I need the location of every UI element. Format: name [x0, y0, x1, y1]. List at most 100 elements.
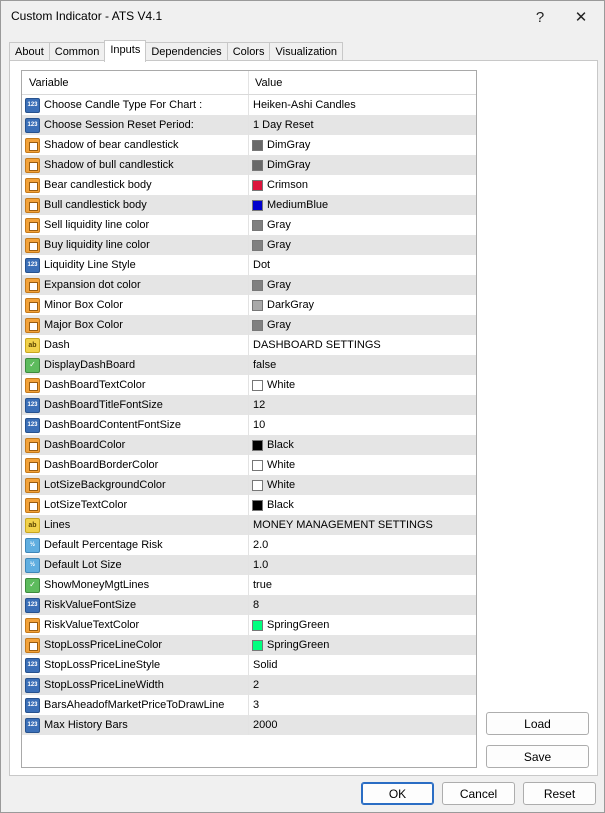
table-row[interactable]: RiskValueTextColor SpringGreen — [22, 615, 476, 635]
value-cell[interactable]: Gray — [249, 235, 291, 255]
value-cell[interactable]: 1 Day Reset — [249, 115, 314, 135]
table-row[interactable]: Bear candlestick body Crimson — [22, 175, 476, 195]
value-cell[interactable]: 8 — [249, 595, 259, 615]
variable-cell[interactable]: Expansion dot color — [22, 275, 249, 295]
tab-visualization[interactable]: Visualization — [269, 42, 344, 62]
table-row[interactable]: StopLossPriceLineColor SpringGreen — [22, 635, 476, 655]
table-row[interactable]: ½ Default Lot Size 1.0 — [22, 555, 476, 575]
header-value[interactable]: Value — [249, 71, 282, 94]
variable-cell[interactable]: Major Box Color — [22, 315, 249, 335]
variable-cell[interactable]: 123 Liquidity Line Style — [22, 255, 249, 275]
value-cell[interactable]: Black — [249, 495, 294, 515]
value-cell[interactable]: false — [249, 355, 276, 375]
table-row[interactable]: ✓ DisplayDashBoard false — [22, 355, 476, 375]
table-row[interactable]: ab Lines MONEY MANAGEMENT SETTINGS — [22, 515, 476, 535]
value-cell[interactable]: Gray — [249, 275, 291, 295]
value-cell[interactable]: DarkGray — [249, 295, 314, 315]
variable-cell[interactable]: Buy liquidity line color — [22, 235, 249, 255]
value-cell[interactable]: DASHBOARD SETTINGS — [249, 335, 381, 355]
table-row[interactable]: Shadow of bull candlestick DimGray — [22, 155, 476, 175]
tab-common[interactable]: Common — [48, 42, 106, 62]
variable-cell[interactable]: 123 StopLossPriceLineWidth — [22, 675, 249, 695]
value-cell[interactable]: Dot — [249, 255, 270, 275]
variable-cell[interactable]: LotSizeBackgroundColor — [22, 475, 249, 495]
variable-cell[interactable]: 123 DashBoardTitleFontSize — [22, 395, 249, 415]
value-cell[interactable]: MediumBlue — [249, 195, 328, 215]
variable-cell[interactable]: Bull candlestick body — [22, 195, 249, 215]
variable-cell[interactable]: DashBoardTextColor — [22, 375, 249, 395]
variable-cell[interactable]: RiskValueTextColor — [22, 615, 249, 635]
value-cell[interactable]: 2.0 — [249, 535, 268, 555]
header-variable[interactable]: Variable — [22, 71, 249, 94]
table-row[interactable]: 123 Choose Candle Type For Chart : Heiken-… — [22, 95, 476, 115]
value-cell[interactable]: SpringGreen — [249, 635, 329, 655]
variable-cell[interactable]: StopLossPriceLineColor — [22, 635, 249, 655]
table-row[interactable]: DashBoardColor Black — [22, 435, 476, 455]
value-cell[interactable]: Heiken-Ashi Candles — [249, 95, 356, 115]
variable-cell[interactable]: Sell liquidity line color — [22, 215, 249, 235]
value-cell[interactable]: 1.0 — [249, 555, 268, 575]
variable-cell[interactable]: 123 Choose Candle Type For Chart : — [22, 95, 249, 115]
tab-dependencies[interactable]: Dependencies — [145, 42, 228, 62]
value-cell[interactable]: 3 — [249, 695, 259, 715]
table-row[interactable]: ✓ ShowMoneyMgtLines true — [22, 575, 476, 595]
variable-cell[interactable]: Bear candlestick body — [22, 175, 249, 195]
table-row[interactable]: ab Dash DASHBOARD SETTINGS — [22, 335, 476, 355]
table-row[interactable]: Shadow of bear candlestick DimGray — [22, 135, 476, 155]
table-row[interactable]: Bull candlestick body MediumBlue — [22, 195, 476, 215]
variable-cell[interactable]: DashBoardBorderColor — [22, 455, 249, 475]
value-cell[interactable]: MONEY MANAGEMENT SETTINGS — [249, 515, 433, 535]
table-row[interactable]: Expansion dot color Gray — [22, 275, 476, 295]
variable-cell[interactable]: 123 BarsAheadofMarketPriceToDrawLine — [22, 695, 249, 715]
table-row[interactable]: LotSizeBackgroundColor White — [22, 475, 476, 495]
reset-button[interactable]: Reset — [523, 782, 596, 805]
variable-cell[interactable]: ab Dash — [22, 335, 249, 355]
help-button[interactable]: ? — [527, 5, 553, 29]
variable-cell[interactable]: 123 DashBoardContentFontSize — [22, 415, 249, 435]
variable-cell[interactable]: 123 StopLossPriceLineStyle — [22, 655, 249, 675]
table-row[interactable]: 123 BarsAheadofMarketPriceToDrawLine 3 — [22, 695, 476, 715]
save-button[interactable]: Save — [486, 745, 589, 768]
cancel-button[interactable]: Cancel — [442, 782, 515, 805]
table-row[interactable]: LotSizeTextColor Black — [22, 495, 476, 515]
variable-cell[interactable]: 123 Choose Session Reset Period: — [22, 115, 249, 135]
variable-cell[interactable]: Minor Box Color — [22, 295, 249, 315]
variable-cell[interactable]: ✓ ShowMoneyMgtLines — [22, 575, 249, 595]
table-row[interactable]: ½ Default Percentage Risk 2.0 — [22, 535, 476, 555]
value-cell[interactable]: Gray — [249, 315, 291, 335]
table-row[interactable]: 123 Max History Bars 2000 — [22, 715, 476, 735]
variable-cell[interactable]: ½ Default Lot Size — [22, 555, 249, 575]
variable-cell[interactable]: 123 RiskValueFontSize — [22, 595, 249, 615]
table-row[interactable]: Buy liquidity line color Gray — [22, 235, 476, 255]
tab-inputs[interactable]: Inputs — [104, 40, 147, 62]
variable-cell[interactable]: Shadow of bear candlestick — [22, 135, 249, 155]
value-cell[interactable]: 10 — [249, 415, 265, 435]
value-cell[interactable]: DimGray — [249, 155, 310, 175]
table-row[interactable]: 123 StopLossPriceLineStyle Solid — [22, 655, 476, 675]
ok-button[interactable]: OK — [361, 782, 434, 805]
value-cell[interactable]: Crimson — [249, 175, 308, 195]
value-cell[interactable]: DimGray — [249, 135, 310, 155]
table-row[interactable]: DashBoardTextColor White — [22, 375, 476, 395]
table-row[interactable]: Sell liquidity line color Gray — [22, 215, 476, 235]
table-row[interactable]: 123 RiskValueFontSize 8 — [22, 595, 476, 615]
close-button[interactable]: ✕ — [568, 5, 594, 29]
value-cell[interactable]: Gray — [249, 215, 291, 235]
table-row[interactable]: 123 DashBoardContentFontSize 10 — [22, 415, 476, 435]
value-cell[interactable]: White — [249, 475, 295, 495]
table-row[interactable]: 123 DashBoardTitleFontSize 12 — [22, 395, 476, 415]
value-cell[interactable]: 2000 — [249, 715, 277, 735]
value-cell[interactable]: 2 — [249, 675, 259, 695]
table-row[interactable]: DashBoardBorderColor White — [22, 455, 476, 475]
tab-colors[interactable]: Colors — [226, 42, 271, 62]
value-cell[interactable]: White — [249, 455, 295, 475]
variable-cell[interactable]: ✓ DisplayDashBoard — [22, 355, 249, 375]
table-row[interactable]: 123 Liquidity Line Style Dot — [22, 255, 476, 275]
value-cell[interactable]: true — [249, 575, 272, 595]
value-cell[interactable]: Black — [249, 435, 294, 455]
variable-cell[interactable]: LotSizeTextColor — [22, 495, 249, 515]
variable-cell[interactable]: Shadow of bull candlestick — [22, 155, 249, 175]
load-button[interactable]: Load — [486, 712, 589, 735]
tab-about[interactable]: About — [9, 42, 50, 62]
variable-cell[interactable]: ½ Default Percentage Risk — [22, 535, 249, 555]
